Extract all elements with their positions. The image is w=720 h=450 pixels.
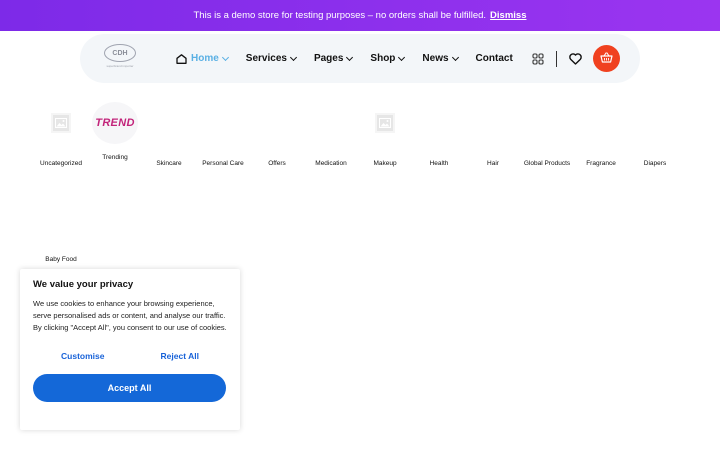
chevron-down-icon [398, 53, 406, 61]
category-label: Diapers [643, 160, 667, 167]
category-label: Global Products [523, 160, 571, 167]
header-tools [530, 45, 620, 72]
category-label: Uncategorized [40, 160, 82, 167]
category-item[interactable]: Medication [304, 160, 358, 167]
category-thumb: TREND [88, 100, 142, 146]
chevron-down-icon [451, 53, 459, 61]
category-item[interactable]: TREND Trending [88, 100, 142, 161]
category-item[interactable]: Skincare [142, 160, 196, 167]
placeholder-image-icon [51, 113, 71, 133]
chevron-down-icon [221, 53, 229, 61]
nav-item-services[interactable]: Services [245, 53, 297, 64]
nav-label-home: Home [191, 53, 219, 64]
nav-item-shop[interactable]: Shop [370, 53, 406, 64]
cookie-title: We value your privacy [33, 279, 134, 290]
category-item[interactable]: Global Products [520, 160, 574, 167]
category-label: Offers [268, 160, 286, 167]
compare-icon[interactable] [530, 51, 546, 67]
nav-item-pages[interactable]: Pages [313, 53, 354, 64]
demo-store-message: This is a demo store for testing purpose… [193, 10, 487, 21]
category-item[interactable]: Makeup [358, 100, 412, 167]
category-label: Makeup [373, 160, 397, 167]
nav-label-pages: Pages [313, 53, 344, 64]
cart-basket-icon [600, 50, 613, 68]
nav-label-services: Services [245, 53, 287, 64]
reject-all-button[interactable]: Reject All [161, 351, 199, 361]
category-item[interactable]: Health [412, 160, 466, 167]
site-logo[interactable]: CDH superbrand importer [100, 44, 140, 72]
nav-label-contact: Contact [475, 53, 513, 64]
demo-store-notice: This is a demo store for testing purpose… [0, 0, 720, 31]
chevron-down-icon [346, 53, 354, 61]
category-label: Trending [102, 154, 128, 161]
cookie-consent-banner: We value your privacy We use cookies to … [20, 269, 240, 430]
nav-item-news[interactable]: News [422, 53, 459, 64]
logo-tagline: superbrand importer [106, 64, 134, 68]
accept-all-button[interactable]: Accept All [33, 374, 226, 402]
home-icon [176, 53, 187, 64]
placeholder-image-icon [375, 113, 395, 133]
category-item[interactable]: Personal Care [196, 160, 250, 167]
site-header: CDH superbrand importer Home Services Pa… [80, 34, 640, 83]
category-label: Health [429, 160, 449, 167]
logo-mark: CDH [104, 44, 136, 62]
category-item[interactable]: Fragrance [574, 160, 628, 167]
chevron-down-icon [289, 53, 297, 61]
trend-logo: TREND [92, 102, 138, 144]
nav-label-news: News [422, 53, 449, 64]
category-label: Hair [487, 160, 499, 167]
nav-label-shop: Shop [370, 53, 396, 64]
category-label: Fragrance [586, 160, 616, 167]
category-label: Medication [315, 160, 347, 167]
category-label: Skincare [156, 160, 182, 167]
customise-button[interactable]: Customise [61, 351, 104, 361]
category-label: Baby Food [45, 256, 77, 263]
category-item[interactable]: Uncategorized [34, 100, 88, 167]
category-label: Personal Care [202, 160, 244, 167]
category-item[interactable]: Hair [466, 160, 520, 167]
category-item[interactable]: Baby Food [34, 256, 88, 263]
cart-button[interactable] [593, 45, 620, 72]
trend-logo-text: TREND [95, 117, 135, 129]
category-item[interactable]: Offers [250, 160, 304, 167]
dismiss-link[interactable]: Dismiss [490, 10, 526, 21]
cookie-body: We use cookies to enhance your browsing … [33, 299, 227, 332]
cookie-secondary-actions: Customise Reject All [33, 351, 227, 361]
header-divider [556, 50, 557, 67]
nav-item-home[interactable]: Home [176, 53, 229, 64]
category-item[interactable]: Diapers [628, 160, 682, 167]
logo-text: CDH [112, 49, 128, 57]
main-nav: Home Services Pages Shop News Contact [176, 34, 513, 83]
wishlist-heart-icon[interactable] [567, 51, 583, 67]
category-thumb [34, 100, 88, 146]
nav-item-contact[interactable]: Contact [476, 53, 513, 64]
category-thumb [358, 100, 412, 146]
